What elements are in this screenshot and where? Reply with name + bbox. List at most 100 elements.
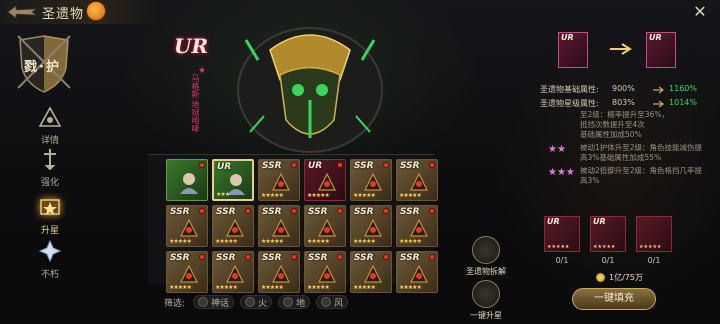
red-dot-badge xyxy=(337,208,343,214)
page-title: 圣遗物 xyxy=(42,7,85,22)
red-dot-badge xyxy=(383,162,389,168)
relic-inventory-grid: UR ★★★ SSR ★★★★★ UR ★★★★★ SSR ★★★★★ SSR ★★★★★ SSR ★… xyxy=(166,159,438,293)
attr-star-new: 1014% xyxy=(669,98,697,107)
material-stars: ★★★★★ xyxy=(547,244,570,250)
relic-rarity: UR xyxy=(174,34,209,58)
nav-item-detail[interactable]: 详情 xyxy=(28,106,72,146)
relic-slot[interactable]: SSR ★★★★★ xyxy=(166,251,208,293)
red-dot-badge xyxy=(291,162,297,168)
relic-art-icon xyxy=(180,218,198,237)
one-key-star-button[interactable]: 一键升星 xyxy=(456,280,516,321)
current-relic-card[interactable]: UR xyxy=(558,32,588,68)
nav-item-star-up[interactable]: 升星 xyxy=(28,196,72,236)
dismantle-button[interactable]: 圣遗物拆解 xyxy=(456,236,516,277)
relic-slot[interactable]: SSR ★★★★★ xyxy=(212,251,254,293)
nav-item-enhance[interactable]: 强化 xyxy=(28,148,72,188)
red-dot-badge xyxy=(383,254,389,260)
relic-slot[interactable]: SSR ★★★★★ xyxy=(212,205,254,247)
current-rarity: UR xyxy=(561,33,574,42)
filter-row: 筛选: 神话 火 地 风 xyxy=(164,294,349,310)
slot-stars: ★★★★★ xyxy=(353,192,376,199)
slot-stars: ★★★★★ xyxy=(399,238,422,245)
relic-art-icon xyxy=(272,264,290,283)
pumpkin-badge-icon xyxy=(86,1,106,21)
relic-slot[interactable]: SSR ★★★★★ xyxy=(396,251,438,293)
relic-slot[interactable]: SSR ★★★★★ xyxy=(258,159,300,201)
relic-slot[interactable]: SSR ★★★★★ xyxy=(396,205,438,247)
relic-slot[interactable] xyxy=(166,159,208,201)
dismantle-icon xyxy=(472,236,500,264)
red-dot-badge xyxy=(429,254,435,260)
slot-stars: ★★★★★ xyxy=(261,284,284,291)
nav-item-immortal[interactable]: 不朽 xyxy=(28,239,72,280)
one-key-star-label: 一键升星 xyxy=(470,311,502,320)
hero-portrait-icon xyxy=(180,173,198,194)
filter-chip-label: 火 xyxy=(258,298,268,309)
relic-slot[interactable]: SSR ★★★★★ xyxy=(166,205,208,247)
relic-slot[interactable]: SSR ★★★★★ xyxy=(304,251,346,293)
filter-chip-earth[interactable]: 地 xyxy=(278,295,311,309)
red-dot-badge xyxy=(429,208,435,214)
relic-art-icon xyxy=(364,264,382,283)
material-counts: 0/1 0/1 0/1 xyxy=(544,256,672,265)
relic-art-icon xyxy=(410,218,428,237)
nav-label-star-up: 升星 xyxy=(40,226,59,236)
relic-slot[interactable]: SSR ★★★★★ xyxy=(304,205,346,247)
slot-stars: ★★★★★ xyxy=(169,284,192,291)
material-rarity: UR xyxy=(593,217,606,226)
relic-art-icon xyxy=(180,264,198,283)
attr-base-label: 圣遗物基础属性: xyxy=(540,85,599,94)
material-slot[interactable]: ★★★★★ xyxy=(636,216,672,252)
material-count: 0/1 xyxy=(601,256,615,265)
star-up-info-panel: UR UR 圣遗物基础属性: 900% 1160% 圣遗物星级属性: 803% … xyxy=(532,24,710,324)
relic-slot[interactable]: SSR ★★★★★ xyxy=(350,159,392,201)
nav-label-enhance: 强化 xyxy=(40,178,59,188)
relic-slot[interactable]: SSR ★★★★★ xyxy=(350,251,392,293)
red-dot-badge xyxy=(291,254,297,260)
tier-desc-2: 被动1护体升至2级：角色技能减伤提高3%基础属性加成55% xyxy=(580,143,703,162)
material-slot[interactable]: UR ★★★★★ xyxy=(590,216,626,252)
filter-chip-label: 地 xyxy=(296,298,306,309)
relic-slot[interactable]: SSR ★★★★★ xyxy=(258,205,300,247)
attr-star-old: 803% xyxy=(612,98,635,107)
detail-icon xyxy=(38,106,62,127)
slot-stars: ★★★★★ xyxy=(307,192,330,199)
relic-art-icon xyxy=(318,172,336,191)
red-dot-badge xyxy=(291,208,297,214)
wind-icon xyxy=(321,297,332,307)
one-key-star-icon xyxy=(472,280,500,308)
back-button[interactable] xyxy=(6,4,40,20)
top-bar: 圣遗物 xyxy=(0,0,160,24)
attr-star-label: 圣遗物星级属性: xyxy=(540,99,599,108)
attr-base-new: 1160% xyxy=(669,84,697,93)
relic-slot[interactable]: UR ★★★★★ xyxy=(304,159,346,201)
red-dot-badge xyxy=(199,254,205,260)
next-rarity: UR xyxy=(649,33,662,42)
crest-label: 戮·护 xyxy=(24,60,61,75)
relic-slot[interactable]: SSR ★★★★★ xyxy=(350,205,392,247)
filter-chip-wind[interactable]: 风 xyxy=(316,295,349,309)
filter-chip-fire[interactable]: 火 xyxy=(240,295,273,309)
material-stars: ★★★★★ xyxy=(593,244,616,250)
relic-slot[interactable]: UR ★★★ xyxy=(212,159,254,201)
slot-stars: ★★★★★ xyxy=(307,284,330,291)
fire-icon xyxy=(245,297,256,307)
relic-art-icon xyxy=(410,264,428,283)
left-nav: 戮·护 详情 强化 升星 不朽 xyxy=(10,34,74,324)
gold-cost: 1亿/75万 xyxy=(596,272,643,283)
relic-art-icon xyxy=(318,264,336,283)
enhance-icon xyxy=(44,149,56,171)
material-count: 0/1 xyxy=(647,256,661,265)
close-button[interactable]: ✕ xyxy=(692,4,708,20)
nav-label-detail: 详情 xyxy=(40,136,59,146)
filter-chip-myth[interactable]: 神话 xyxy=(193,295,235,309)
relic-slot[interactable]: SSR ★★★★★ xyxy=(258,251,300,293)
relic-art-icon xyxy=(272,172,290,191)
red-dot-badge xyxy=(245,254,251,260)
one-key-fill-button[interactable]: 一键填充 xyxy=(572,288,656,310)
material-slot[interactable]: UR ★★★★★ xyxy=(544,216,580,252)
relic-slot[interactable]: SSR ★★★★★ xyxy=(396,159,438,201)
next-relic-card[interactable]: UR xyxy=(646,32,676,68)
desc-line: 基础属性加成50% xyxy=(580,130,642,139)
slot-stars: ★★★★★ xyxy=(261,192,284,199)
